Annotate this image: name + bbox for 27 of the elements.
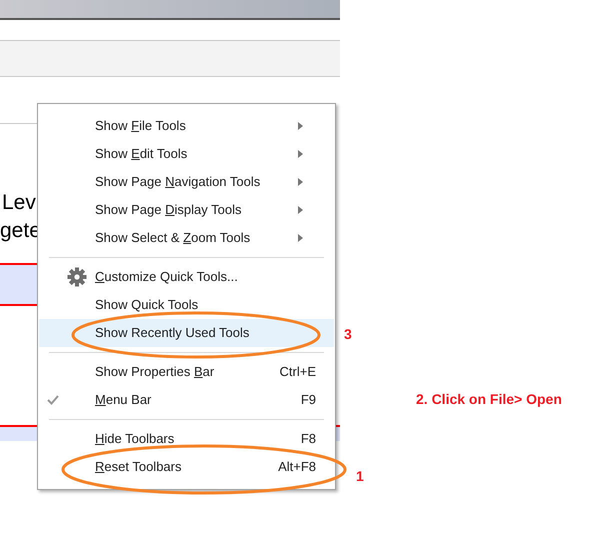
- menu-item[interactable]: Show Page Navigation Tools: [39, 168, 334, 196]
- submenu-arrow-icon: [298, 234, 303, 242]
- menu-item[interactable]: Hide Toolbars F8: [39, 425, 334, 453]
- shortcut-text: F8: [300, 430, 316, 448]
- submenu-arrow-icon: [298, 206, 303, 214]
- submenu-arrow-icon: [298, 150, 303, 158]
- document-text: Lev: [2, 192, 36, 213]
- menu-item[interactable]: Show Properties Bar Ctrl+E: [39, 358, 334, 386]
- menu-item[interactable]: Menu Bar F9: [39, 386, 334, 414]
- menu-item[interactable]: Customize Quick Tools...: [39, 263, 334, 291]
- menu-item[interactable]: Show Recently Used Tools: [39, 319, 334, 347]
- menu-item[interactable]: Show Quick Tools: [39, 291, 334, 319]
- shortcut-text: Ctrl+E: [280, 363, 316, 382]
- submenu-arrow-icon: [298, 178, 303, 186]
- highlighted-row: [0, 263, 40, 306]
- submenu-arrow-icon: [298, 122, 303, 130]
- step-number: 3: [344, 325, 352, 344]
- instruction-text: 2. Click on File> Open: [416, 390, 562, 409]
- menu-item[interactable]: Show File Tools: [39, 112, 334, 140]
- shortcut-text: F9: [300, 391, 316, 410]
- step-number: 1: [356, 467, 364, 486]
- menu-item[interactable]: Show Page Display Tools: [39, 196, 334, 224]
- gear-icon: [67, 267, 87, 287]
- shortcut-text: Alt+F8: [278, 458, 316, 476]
- menu-item[interactable]: Reset Toolbars Alt+F8: [39, 453, 334, 481]
- menu-item[interactable]: Show Edit Tools: [39, 140, 334, 168]
- menu-item[interactable]: Show Select & Zoom Tools: [39, 224, 334, 252]
